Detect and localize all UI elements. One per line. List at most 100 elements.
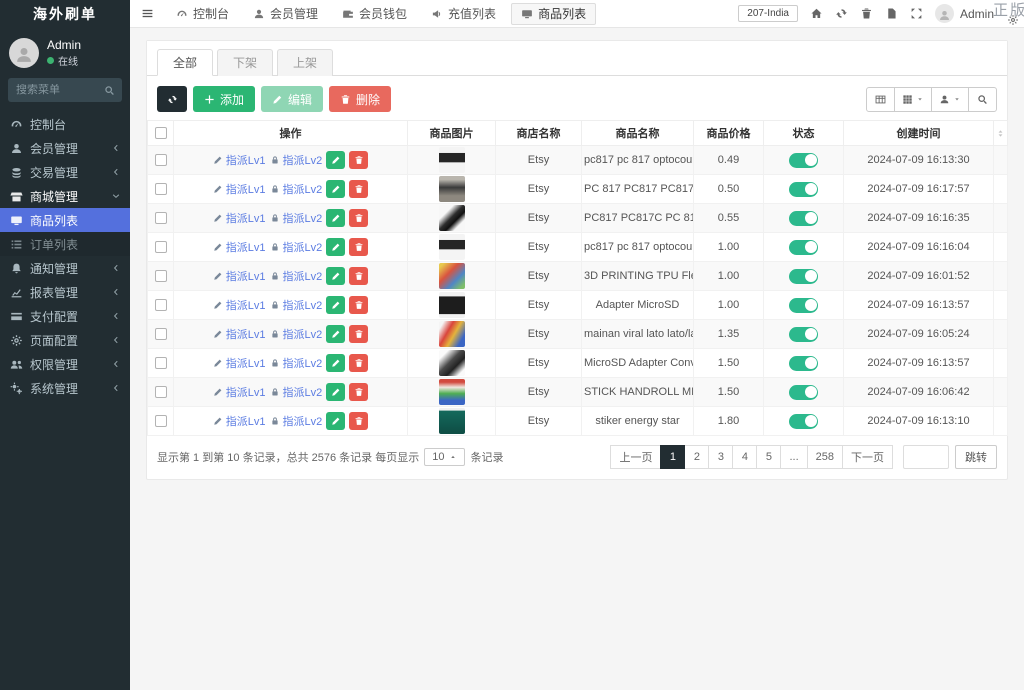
- next-page-button[interactable]: 下一页: [842, 445, 893, 469]
- status-toggle[interactable]: [789, 297, 818, 313]
- file-icon[interactable]: [885, 7, 898, 20]
- row-checkbox[interactable]: [154, 154, 167, 166]
- page-ellipsis[interactable]: ...: [780, 445, 808, 469]
- refresh-icon[interactable]: [835, 7, 848, 20]
- row-delete-button[interactable]: [349, 383, 369, 401]
- page-button-258[interactable]: 258: [806, 445, 843, 469]
- row-delete-button[interactable]: [349, 180, 369, 198]
- jump-button[interactable]: 跳转: [955, 445, 997, 469]
- row-checkbox[interactable]: [154, 299, 167, 311]
- sidebar-item-permissions[interactable]: 权限管理: [0, 352, 130, 376]
- status-toggle[interactable]: [789, 181, 818, 197]
- row-checkbox[interactable]: [154, 357, 167, 369]
- user-menu[interactable]: Admin: [934, 4, 994, 23]
- region-badge[interactable]: 207-India: [738, 5, 798, 22]
- row-checkbox[interactable]: [154, 386, 167, 398]
- assign-lv1-link[interactable]: 指派Lv1: [213, 326, 266, 342]
- sidebar-item-product-list[interactable]: 商品列表: [0, 208, 130, 232]
- sidebar-item-reports[interactable]: 报表管理: [0, 280, 130, 304]
- assign-lv2-link[interactable]: 指派Lv2: [270, 326, 322, 342]
- add-button[interactable]: 添加: [193, 86, 256, 112]
- page-button-1[interactable]: 1: [660, 445, 686, 469]
- status-toggle[interactable]: [789, 239, 818, 255]
- prev-page-button[interactable]: 上一页: [610, 445, 662, 469]
- row-edit-button[interactable]: [326, 412, 346, 430]
- status-toggle[interactable]: [789, 210, 818, 226]
- refresh-button[interactable]: [157, 86, 187, 112]
- assign-lv1-link[interactable]: 指派Lv1: [213, 239, 266, 255]
- row-checkbox[interactable]: [154, 415, 167, 427]
- assign-lv1-link[interactable]: 指派Lv1: [213, 210, 266, 226]
- assign-lv2-link[interactable]: 指派Lv2: [270, 297, 322, 313]
- nav-tab-recharge-list[interactable]: 充值列表: [422, 3, 505, 25]
- assign-lv2-link[interactable]: 指派Lv2: [270, 181, 322, 197]
- row-checkbox[interactable]: [154, 212, 167, 224]
- row-delete-button[interactable]: [349, 209, 369, 227]
- nav-tab-members[interactable]: 会员管理: [244, 3, 327, 25]
- page-button-2[interactable]: 2: [684, 445, 710, 469]
- sidebar-item-dashboard[interactable]: 控制台: [0, 112, 130, 136]
- row-edit-button[interactable]: [326, 325, 346, 343]
- tab-off-shelf[interactable]: 下架: [217, 49, 274, 76]
- row-edit-button[interactable]: [326, 383, 346, 401]
- assign-lv1-link[interactable]: 指派Lv1: [213, 152, 266, 168]
- row-delete-button[interactable]: [349, 238, 369, 256]
- status-toggle[interactable]: [789, 355, 818, 371]
- row-edit-button[interactable]: [326, 151, 346, 169]
- page-button-5[interactable]: 5: [756, 445, 782, 469]
- assign-lv2-link[interactable]: 指派Lv2: [270, 384, 322, 400]
- fullscreen-icon[interactable]: [910, 7, 923, 20]
- row-edit-button[interactable]: [326, 180, 346, 198]
- sort-icon[interactable]: [996, 128, 1005, 139]
- page-button-3[interactable]: 3: [708, 445, 734, 469]
- nav-tab-wallet[interactable]: 会员钱包: [333, 3, 416, 25]
- jump-page-input[interactable]: [903, 445, 949, 469]
- status-toggle[interactable]: [789, 413, 818, 429]
- assign-lv1-link[interactable]: 指派Lv1: [213, 413, 266, 429]
- sidebar-toggle-button[interactable]: [130, 0, 164, 28]
- sidebar-item-payment-config[interactable]: 支付配置: [0, 304, 130, 328]
- search-toggle-button[interactable]: [968, 86, 997, 112]
- trash-icon[interactable]: [860, 7, 873, 20]
- row-checkbox[interactable]: [154, 270, 167, 282]
- assign-lv1-link[interactable]: 指派Lv1: [213, 297, 266, 313]
- select-all-checkbox[interactable]: [154, 127, 167, 139]
- delete-button[interactable]: 删除: [329, 86, 392, 112]
- search-button[interactable]: [96, 78, 122, 102]
- row-delete-button[interactable]: [349, 412, 369, 430]
- page-size-select[interactable]: 10: [424, 448, 466, 466]
- columns-button[interactable]: [894, 86, 932, 112]
- assign-lv1-link[interactable]: 指派Lv1: [213, 384, 266, 400]
- assign-lv2-link[interactable]: 指派Lv2: [270, 413, 322, 429]
- sidebar-item-trades[interactable]: 交易管理: [0, 160, 130, 184]
- sidebar-item-mall[interactable]: 商城管理: [0, 184, 130, 208]
- sidebar-item-system[interactable]: 系统管理: [0, 376, 130, 400]
- row-delete-button[interactable]: [349, 325, 369, 343]
- assign-lv2-link[interactable]: 指派Lv2: [270, 239, 322, 255]
- toggle-view-button[interactable]: [866, 86, 895, 112]
- sidebar-item-notifications[interactable]: 通知管理: [0, 256, 130, 280]
- assign-lv2-link[interactable]: 指派Lv2: [270, 210, 322, 226]
- row-checkbox[interactable]: [154, 183, 167, 195]
- search-input[interactable]: [8, 84, 96, 96]
- status-toggle[interactable]: [789, 384, 818, 400]
- row-delete-button[interactable]: [349, 151, 369, 169]
- row-edit-button[interactable]: [326, 354, 346, 372]
- assign-lv2-link[interactable]: 指派Lv2: [270, 152, 322, 168]
- row-edit-button[interactable]: [326, 238, 346, 256]
- nav-tab-dashboard[interactable]: 控制台: [167, 3, 238, 25]
- assign-lv1-link[interactable]: 指派Lv1: [213, 355, 266, 371]
- export-button[interactable]: [931, 86, 969, 112]
- row-edit-button[interactable]: [326, 209, 346, 227]
- settings-gear-icon[interactable]: [1007, 14, 1019, 26]
- row-edit-button[interactable]: [326, 267, 346, 285]
- sidebar-item-members[interactable]: 会员管理: [0, 136, 130, 160]
- assign-lv1-link[interactable]: 指派Lv1: [213, 181, 266, 197]
- row-checkbox[interactable]: [154, 241, 167, 253]
- row-delete-button[interactable]: [349, 267, 369, 285]
- assign-lv2-link[interactable]: 指派Lv2: [270, 355, 322, 371]
- sidebar-item-page-config[interactable]: 页面配置: [0, 328, 130, 352]
- edit-button[interactable]: 编辑: [261, 86, 324, 112]
- row-delete-button[interactable]: [349, 296, 369, 314]
- tab-on-shelf[interactable]: 上架: [277, 49, 334, 76]
